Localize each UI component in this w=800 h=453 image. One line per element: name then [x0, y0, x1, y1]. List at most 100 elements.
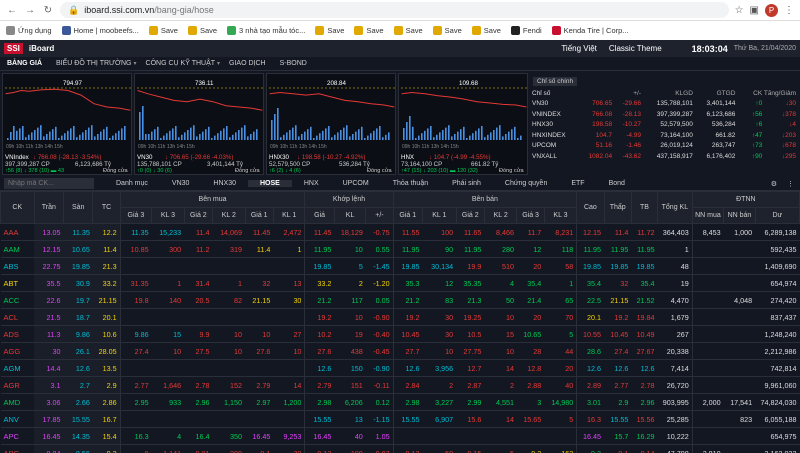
reload-icon[interactable]: ↻ — [42, 5, 54, 16]
board-subheader[interactable]: KL 2 — [212, 207, 246, 224]
board-header[interactable]: Bên mua — [119, 191, 306, 208]
table-row[interactable]: ANV 17.85 15.55 16.7 15.55 13 -1.15 15.55 6,907 1… — [0, 410, 800, 428]
market-tab[interactable]: Phái sinh — [440, 180, 493, 187]
table-row[interactable]: ABT 35.5 30.9 33.2 31.35 1 31.4 1 32 13 33.2 2 -1.20… — [0, 274, 800, 292]
board-cell[interactable]: AAM — [0, 240, 35, 258]
board-cell[interactable]: APG — [0, 444, 35, 453]
board-header[interactable]: Bên bán — [392, 191, 578, 208]
board-subheader[interactable]: KL 1 — [421, 207, 457, 224]
symbol-search-input[interactable] — [4, 178, 94, 189]
table-row[interactable]: APC 16.45 14.35 15.4 16.3 4 16.4 350 16.45 9,253 1… — [0, 427, 800, 445]
extensions-icon[interactable]: ▣ — [750, 5, 759, 16]
bookmark-item[interactable]: Save — [315, 26, 344, 35]
board-subheader[interactable]: Giá 3 — [516, 207, 545, 224]
table-row[interactable]: AGG 30 26.1 28.05 27.4 10 27.5 10 27.6 10 27.6 438-… — [0, 342, 800, 360]
bookmark-item[interactable]: Save — [393, 26, 423, 35]
board-subheader[interactable]: KL 3 — [543, 207, 578, 224]
board-subheader[interactable]: Giá 2 — [183, 207, 214, 224]
board-cell[interactable]: ADS — [0, 325, 35, 343]
menu-item[interactable]: CÔNG CỤ KỸ THUẬT — [139, 60, 223, 67]
back-icon[interactable]: ← — [6, 5, 18, 16]
menu-item[interactable]: GIAO DỊCH — [222, 60, 273, 67]
table-row[interactable]: ACL 21.5 18.7 20.1 19.2 10 -0.90 19.2 30 19.25 10 2… — [0, 308, 800, 326]
bookmark-item[interactable]: Save — [187, 26, 217, 35]
more-options-icon[interactable]: ⋮ — [787, 180, 794, 188]
index-chart[interactable]: 09h 10h 11h 13h 14h 15h 109.68 HNX ↓ 104.7 … — [398, 73, 528, 175]
bookmark-item[interactable]: Fendi — [510, 26, 542, 35]
settings-icon[interactable]: ⚙ — [771, 180, 777, 188]
board-subheader[interactable]: Giá 1 — [244, 207, 274, 224]
board-subheader[interactable]: Giá 2 — [455, 207, 485, 224]
board-cell[interactable]: ACC — [0, 291, 35, 309]
board-subheader[interactable]: NN mua — [691, 207, 725, 224]
index-row[interactable]: VNINDEX 766.08 -28.13 397,399,287 6,123,686 ↑… — [530, 109, 798, 120]
board-subheader[interactable]: NN bán — [723, 207, 756, 224]
table-row[interactable]: AAM 12.15 10.65 11.4 10.85 300 11.2 319 11.4 1 11.… — [0, 240, 800, 258]
board-subheader[interactable]: Dư — [754, 207, 800, 224]
board-header[interactable]: Sàn — [62, 191, 94, 224]
menu-item[interactable]: BIỂU ĐỒ THỊ TRƯỜNG — [49, 60, 139, 67]
board-cell[interactable]: AAA — [0, 223, 35, 241]
index-row[interactable]: VN30 706.65 -29.66 135,788,101 3,401,144 ↑0 ↓3… — [530, 99, 798, 110]
board-header[interactable]: Cao — [576, 191, 605, 224]
market-tab[interactable]: HOSE — [248, 180, 292, 187]
board-subheader[interactable]: KL — [333, 207, 367, 224]
market-tab[interactable]: ETF — [559, 180, 596, 187]
language-selector[interactable]: Tiếng Việt — [561, 44, 597, 53]
market-tab[interactable]: Bond — [597, 180, 637, 187]
table-row[interactable]: ACC 22.6 19.7 21.15 19.8 140 20.5 82 21.15 30 21.2… — [0, 291, 800, 309]
board-subheader[interactable]: KL 2 — [483, 207, 518, 224]
bookmark-item[interactable]: 3 nhà tạo mẫu tóc... — [227, 26, 305, 35]
bookmark-item[interactable]: Home | moobeefs... — [61, 26, 139, 35]
board-cell[interactable]: ABT — [0, 274, 35, 292]
board-header[interactable]: CK — [0, 191, 35, 224]
index-row[interactable]: HNX30 198.58 -10.27 52,579,500 536,284 ↑6 ↓4 — [530, 120, 798, 131]
board-subheader[interactable]: KL 3 — [151, 207, 185, 224]
board-header[interactable]: ĐTNN — [691, 191, 800, 208]
table-row[interactable]: APG 9.84 8.56 9.2 9 1,141 9.01 200 9.1 30 9.13 100-… — [0, 444, 800, 453]
board-subheader[interactable]: Giá 3 — [119, 207, 153, 224]
index-row[interactable]: VNXALL 1082.04 -43.62 437,158,917 6,176,402 ↑… — [530, 151, 798, 162]
board-header[interactable]: TB — [630, 191, 659, 224]
board-cell[interactable]: AGM — [0, 359, 35, 377]
index-row[interactable]: HNXINDEX 104.7 -4.99 73,164,100 661.82 ↑47 ↓20… — [530, 130, 798, 141]
board-cell[interactable]: AGG — [0, 342, 35, 360]
address-bar[interactable]: 🔒 iboard.ssi.com.vn/bang-gia/hose — [60, 2, 729, 18]
bookmark-item[interactable]: Save — [432, 26, 462, 35]
market-tab[interactable]: Chứng quyền — [493, 180, 559, 187]
board-header[interactable]: Trần — [33, 191, 64, 224]
board-header[interactable]: TC — [92, 191, 121, 224]
menu-item[interactable]: S-BOND — [273, 60, 314, 67]
index-row[interactable]: UPCOM 51.16 -1.46 26,019,124 263,747 ↑73 ↓678 — [530, 141, 798, 152]
board-header[interactable]: Tổng KL — [657, 191, 693, 224]
market-tab[interactable]: Danh mục — [104, 180, 160, 187]
table-row[interactable]: AGM 14.4 12.6 13.5 12.6 150 -0.90 12.6 3,956 12.7… — [0, 359, 800, 377]
forward-icon[interactable]: → — [24, 5, 36, 16]
board-cell[interactable]: ANV — [0, 410, 35, 428]
board-cell[interactable]: ABS — [0, 257, 35, 275]
index-chart[interactable]: 09h 10h 11h 13h 14h 15h 794.97 VNIndex ↓ 76… — [2, 73, 132, 175]
table-row[interactable]: AAA 13.05 11.35 12.2 11.35 15,233 11.4 14,069 11… — [0, 223, 800, 241]
board-cell[interactable]: AMD — [0, 393, 35, 411]
star-icon[interactable]: ☆ — [735, 5, 744, 16]
theme-selector[interactable]: Classic Theme — [609, 44, 662, 53]
market-tab[interactable]: VN30 — [160, 180, 202, 187]
bookmark-item[interactable]: Ứng dụng — [6, 26, 52, 35]
board-subheader[interactable]: Giá — [304, 207, 335, 224]
board-header[interactable]: Thấp — [603, 191, 632, 224]
board-header[interactable]: Khớp lệnh — [304, 191, 394, 208]
ssi-logo[interactable]: SSI — [4, 43, 23, 54]
index-chart[interactable]: 09h 10h 11h 13h 14h 15h 208.84 HNX30 ↓ 198.… — [266, 73, 396, 175]
board-cell[interactable]: APC — [0, 427, 35, 445]
market-tab[interactable]: HNX — [292, 180, 331, 187]
board-cell[interactable]: AGR — [0, 376, 35, 394]
market-tab[interactable]: UPCOM — [331, 180, 381, 187]
table-row[interactable]: AGR 3.1 2.7 2.9 2.77 1,646 2.78 152 2.79 14 2.79 15… — [0, 376, 800, 394]
table-row[interactable]: ABS 22.75 19.85 21.3 19.85 5 -1.45 19.85 30,134 1… — [0, 257, 800, 275]
avatar[interactable]: P — [765, 3, 778, 17]
more-icon[interactable]: ⋮ — [784, 5, 794, 16]
table-row[interactable]: AMD 3.06 2.66 2.86 2.95 933 2.96 1,150 2.97 1,200… — [0, 393, 800, 411]
bookmark-item[interactable]: Kenda Tire | Corp... — [551, 26, 629, 35]
board-subheader[interactable]: KL 1 — [272, 207, 306, 224]
bookmark-item[interactable]: Save — [148, 26, 178, 35]
